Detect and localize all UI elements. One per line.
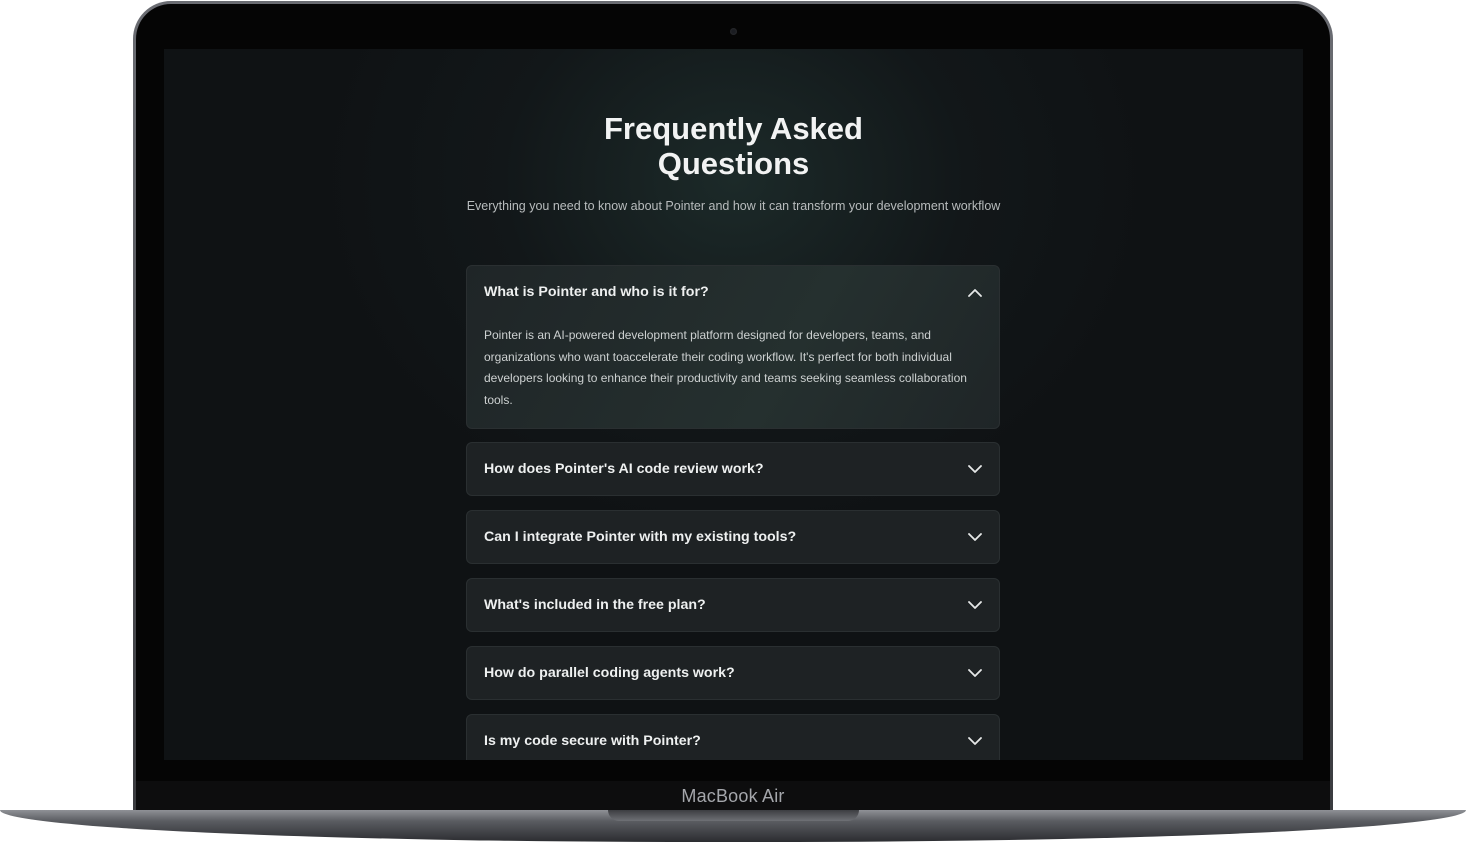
- faq-question: How do parallel coding agents work?: [484, 665, 735, 681]
- chevron-down-icon[interactable]: [967, 529, 983, 545]
- faq-item: Can I integrate Pointer with my existing…: [466, 510, 1000, 564]
- device-label: MacBook Air: [681, 786, 785, 806]
- faq-item: How do parallel coding agents work?: [466, 646, 1000, 700]
- page-subtitle: Everything you need to know about Pointe…: [466, 199, 1001, 213]
- faq-toggle[interactable]: What is Pointer and who is it for?: [467, 266, 999, 318]
- faq-question: What's included in the free plan?: [484, 597, 706, 613]
- faq-item: How does Pointer's AI code review work?: [466, 442, 1000, 496]
- faq-item: What is Pointer and who is it for? Point…: [466, 265, 1000, 429]
- faq-toggle[interactable]: Can I integrate Pointer with my existing…: [467, 511, 999, 563]
- faq-list: What is Pointer and who is it for? Point…: [466, 265, 1000, 760]
- chevron-down-icon[interactable]: [967, 665, 983, 681]
- chevron-down-icon[interactable]: [967, 733, 983, 749]
- faq-item: What's included in the free plan?: [466, 578, 1000, 632]
- camera-icon: [730, 28, 737, 35]
- page-title: Frequently Asked Questions: [604, 111, 863, 181]
- faq-question: What is Pointer and who is it for?: [484, 284, 709, 300]
- chevron-down-icon[interactable]: [967, 461, 983, 477]
- faq-toggle[interactable]: Is my code secure with Pointer?: [467, 715, 999, 760]
- faq-item: Is my code secure with Pointer?: [466, 714, 1000, 760]
- laptop-notch: [608, 810, 859, 821]
- faq-answer: Pointer is an AI-powered development pla…: [484, 328, 967, 407]
- chevron-up-icon[interactable]: [967, 284, 983, 300]
- faq-question: Is my code secure with Pointer?: [484, 733, 701, 749]
- faq-toggle[interactable]: How do parallel coding agents work?: [467, 647, 999, 699]
- faq-toggle[interactable]: How does Pointer's AI code review work?: [467, 443, 999, 495]
- faq-toggle[interactable]: What's included in the free plan?: [467, 579, 999, 631]
- chevron-down-icon[interactable]: [967, 597, 983, 613]
- laptop-mockup: MacBook Air Frequently Asked Questions E…: [0, 0, 1466, 842]
- faq-question: Can I integrate Pointer with my existing…: [484, 529, 797, 545]
- faq-question: How does Pointer's AI code review work?: [484, 461, 764, 477]
- screen: Frequently Asked Questions Everything yo…: [164, 49, 1303, 760]
